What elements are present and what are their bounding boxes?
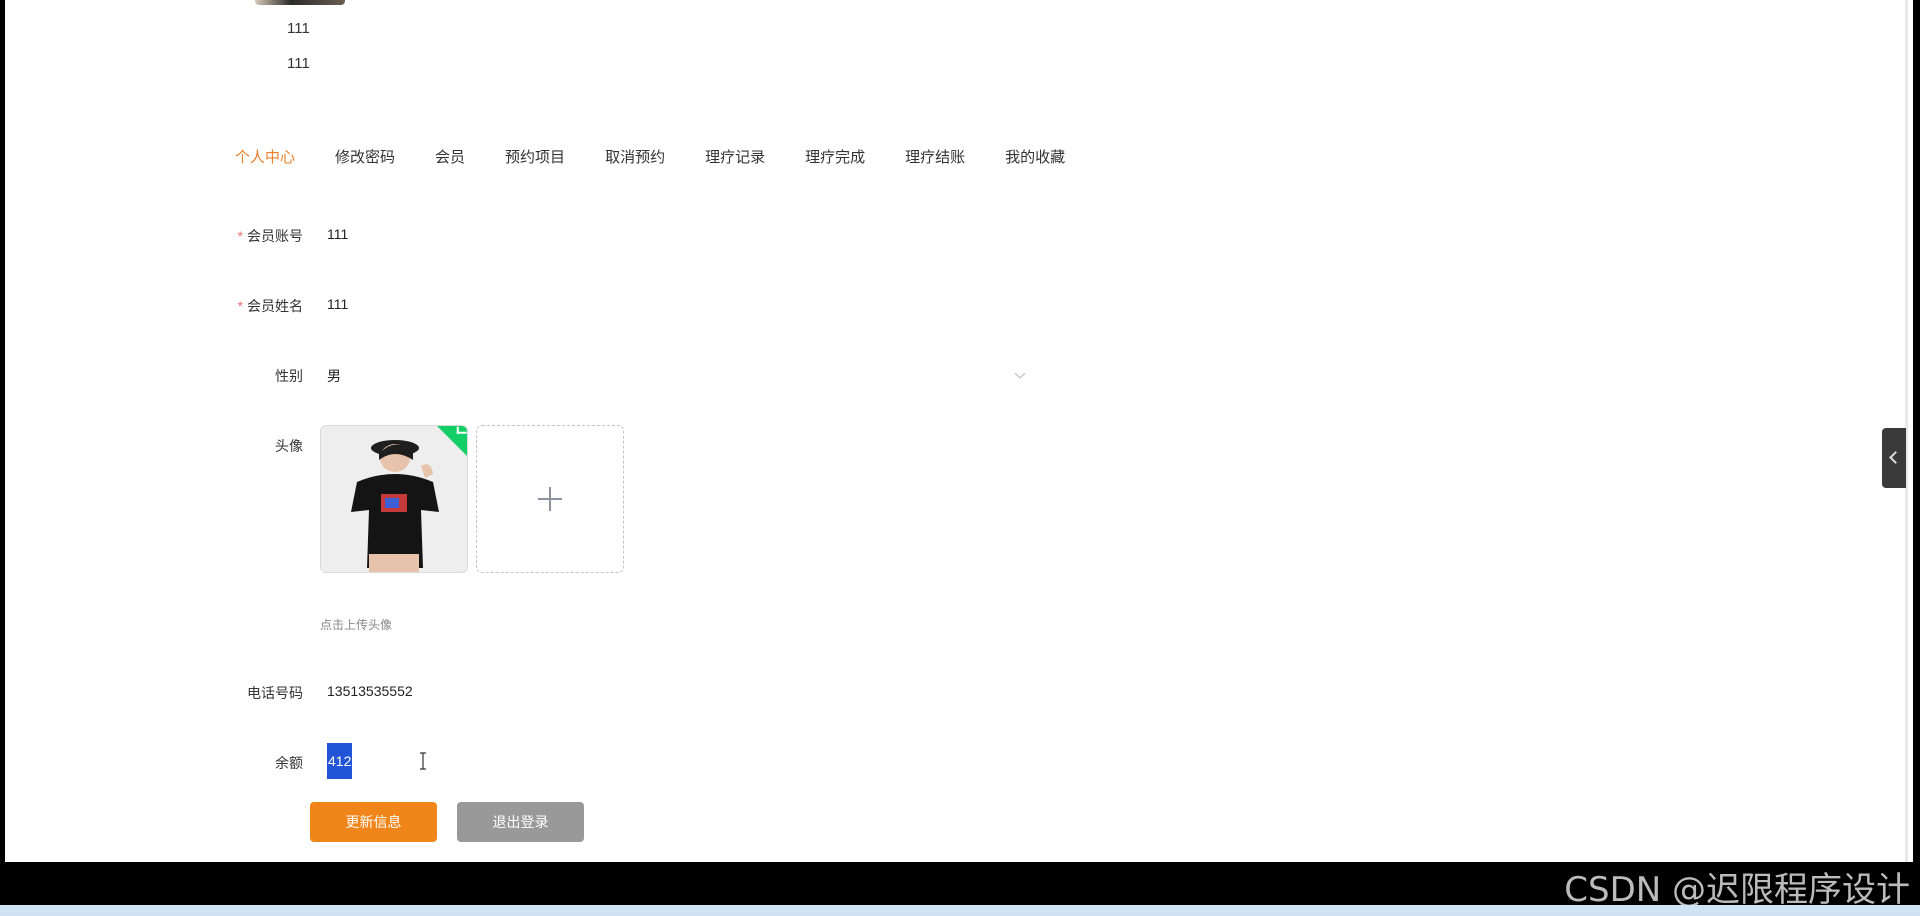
profile-page: 111 111 个人中心 修改密码 会员 预约项目 取消预约 理疗记录 理疗完成… (5, 0, 1913, 862)
name-field[interactable]: 111 (327, 296, 348, 312)
gender-value: 男 (327, 368, 341, 384)
tab-therapy-checkout[interactable]: 理疗结账 (905, 146, 965, 167)
tab-cancel-booking[interactable]: 取消预约 (605, 146, 665, 167)
avatar-label: 头像 (275, 438, 303, 454)
avatar-image (321, 426, 467, 572)
balance-field[interactable]: 412 (327, 743, 353, 779)
update-info-button[interactable]: 更新信息 (310, 802, 437, 842)
profile-tabs: 个人中心 修改密码 会员 预约项目 取消预约 理疗记录 理疗完成 理疗结账 我的… (235, 146, 1105, 167)
taskbar (0, 905, 1920, 916)
name-label: * 会员姓名 (237, 298, 303, 314)
header-username: 111 (287, 20, 310, 37)
tab-personal-center[interactable]: 个人中心 (235, 146, 295, 167)
phone-label: 电话号码 (247, 685, 303, 701)
avatar-upload-tip: 点击上传头像 (320, 618, 393, 632)
phone-field[interactable]: 13513535552 (327, 683, 413, 699)
avatar-preview[interactable] (320, 425, 468, 573)
avatar-upload-button[interactable] (476, 425, 624, 573)
chevron-down-icon (1014, 372, 1026, 379)
tab-change-password[interactable]: 修改密码 (335, 146, 395, 167)
text-cursor-icon (420, 752, 426, 770)
gender-select[interactable]: 男 (327, 362, 1027, 392)
tab-therapy-complete[interactable]: 理疗完成 (805, 146, 865, 167)
required-mark: * (237, 228, 243, 244)
logout-button[interactable]: 退出登录 (457, 802, 584, 842)
header-avatar (255, 0, 345, 5)
tab-my-favorites[interactable]: 我的收藏 (1005, 146, 1065, 167)
watermark: CSDN @迟限程序设计 (1564, 870, 1910, 910)
tab-therapy-records[interactable]: 理疗记录 (705, 146, 765, 167)
required-mark: * (237, 298, 243, 314)
chevron-left-icon (1889, 451, 1902, 464)
balance-selected-text: 412 (327, 743, 353, 779)
header-nickname: 111 (287, 55, 310, 72)
side-panel-toggle[interactable] (1882, 428, 1906, 488)
account-label: * 会员账号 (237, 228, 303, 244)
account-field[interactable]: 111 (327, 226, 348, 242)
tab-booking-items[interactable]: 预约项目 (505, 146, 565, 167)
tab-member[interactable]: 会员 (435, 146, 465, 167)
gender-label: 性别 (275, 368, 303, 384)
balance-label: 余额 (275, 755, 303, 771)
